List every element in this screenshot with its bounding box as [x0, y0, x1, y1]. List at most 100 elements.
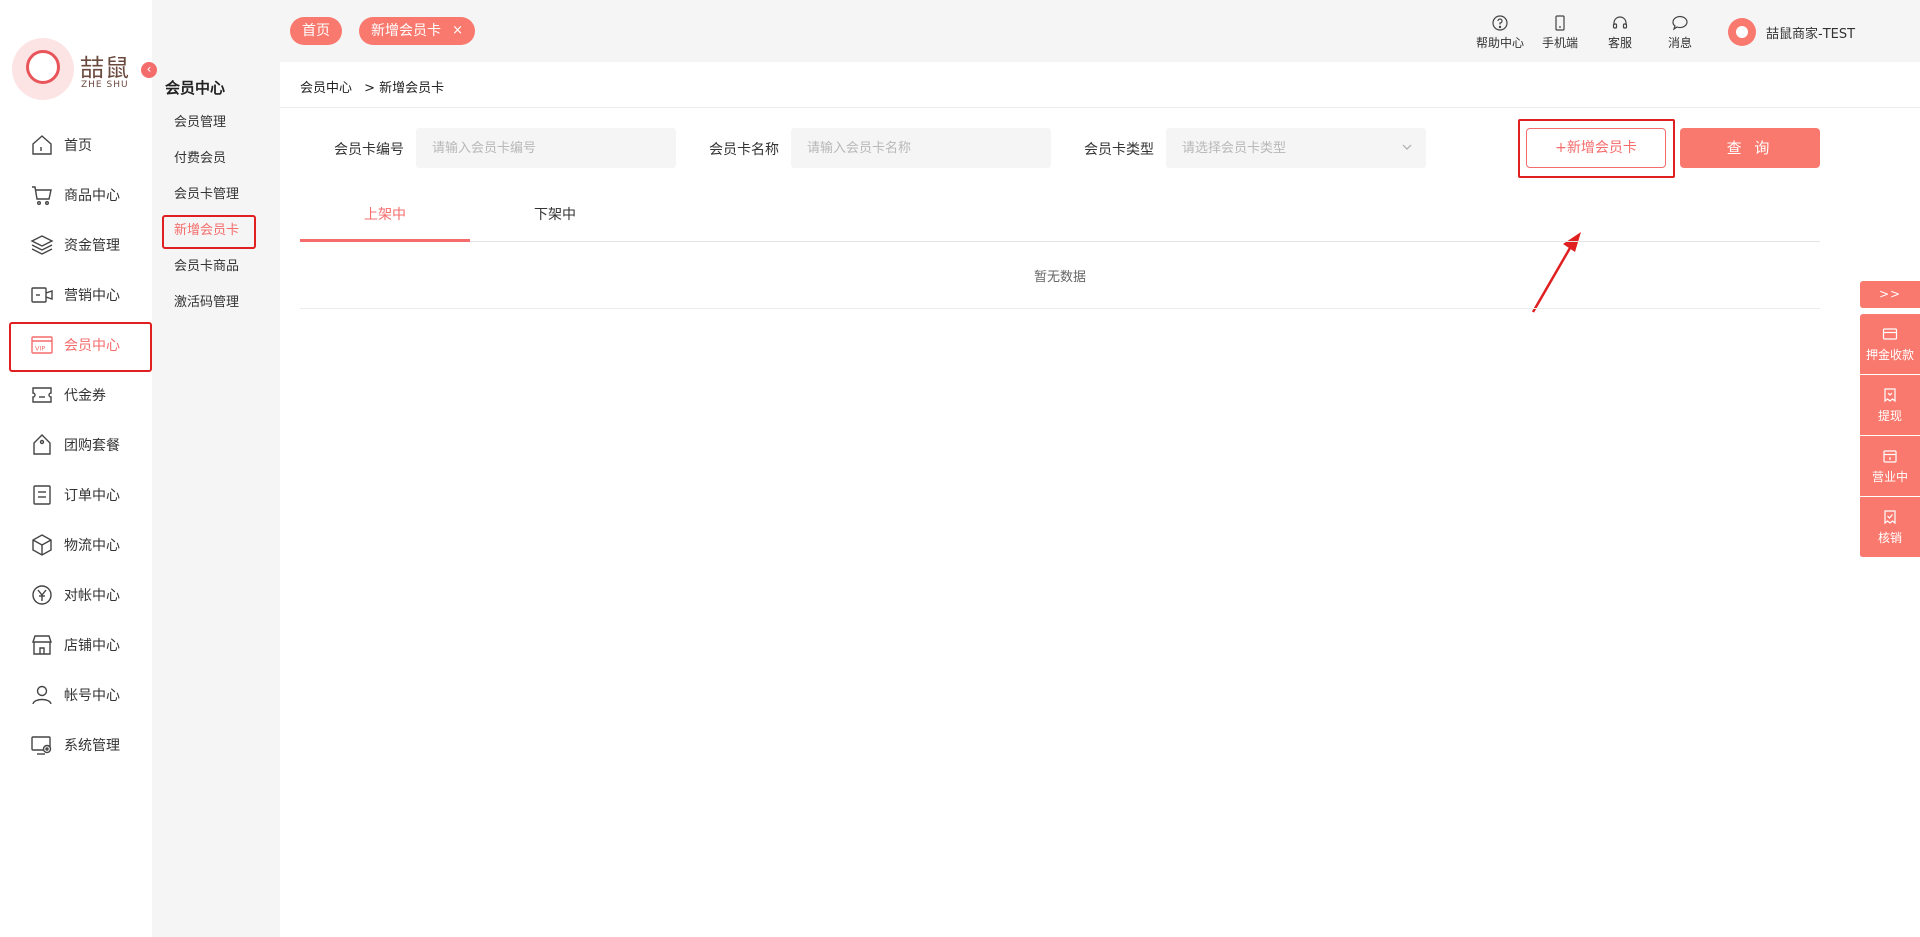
headset-icon	[1612, 16, 1628, 29]
phone-icon	[1555, 15, 1565, 31]
nav-item-system[interactable]: 系统管理	[0, 720, 152, 770]
nav-item-label: 团购套餐	[64, 438, 120, 454]
box-icon	[32, 534, 52, 556]
card-name-label: 会员卡名称	[709, 142, 779, 158]
nav-item-label: 物流中心	[64, 538, 120, 554]
nav-item-label: 订单中心	[64, 488, 120, 504]
nav-item-label: 代金券	[64, 388, 106, 404]
nav-item-member[interactable]: VIP 会员中心	[0, 320, 152, 372]
withdraw-button[interactable]: 提现	[1860, 375, 1920, 436]
subnav-item-paid-member[interactable]: 付费会员	[152, 141, 280, 177]
sidebar-collapse-button[interactable]: ‹	[141, 62, 157, 78]
yen-icon	[32, 585, 52, 605]
float-item-label: 押金收款	[1865, 348, 1914, 362]
tool-label: 手机端	[1541, 36, 1578, 50]
message-icon	[1672, 15, 1688, 31]
subnav-item-activation[interactable]: 激活码管理	[152, 285, 280, 321]
float-panel-toggle[interactable]: >>	[1860, 281, 1920, 308]
sub-sidebar: 会员中心 会员管理 付费会员 会员卡管理 新增会员卡 会员卡商品 激活码管理	[152, 0, 280, 937]
nav-item-orders[interactable]: 订单中心	[0, 470, 152, 520]
card-icon	[1882, 328, 1898, 340]
messages-button[interactable]: 消息	[1650, 14, 1710, 51]
card-type-select[interactable]	[1166, 128, 1426, 168]
subnav-list: 会员管理 付费会员 会员卡管理 新增会员卡 会员卡商品 激活码管理	[152, 105, 280, 321]
nav-item-home[interactable]: 首页	[0, 120, 152, 170]
logo-name-cn: 喆鼠	[80, 54, 130, 82]
main-content: 会员中心 > 新增会员卡 会员卡编号 会员卡名称 会员卡类型 +新增会员卡 查 …	[280, 62, 1920, 937]
empty-state-text: 暂无数据	[300, 243, 1820, 309]
nav-item-account[interactable]: 帐号中心	[0, 670, 152, 720]
card-no-label: 会员卡编号	[334, 142, 404, 158]
nav-item-store[interactable]: 店铺中心	[0, 620, 152, 670]
marketing-icon	[31, 287, 53, 303]
top-header: 首页 新增会员卡 × 帮助中心 手机端 客服 消息 喆鼠商家-TEST	[280, 0, 1920, 62]
help-center-button[interactable]: 帮助中心	[1470, 14, 1530, 51]
mobile-button[interactable]: 手机端	[1530, 14, 1590, 51]
breadcrumb-current: > 新增会员卡	[364, 81, 445, 96]
avatar	[1728, 18, 1756, 46]
withdraw-icon	[1884, 388, 1896, 403]
nav-item-label: 系统管理	[64, 738, 120, 754]
tab-on-shelf[interactable]: 上架中	[300, 192, 470, 242]
nav-item-label: 商品中心	[64, 188, 120, 204]
query-button[interactable]: 查 询	[1680, 128, 1820, 168]
deposit-button[interactable]: 押金收款	[1860, 314, 1920, 375]
user-icon	[32, 685, 52, 705]
close-icon[interactable]: ×	[452, 17, 463, 45]
nav-item-logistics[interactable]: 物流中心	[0, 520, 152, 570]
nav-item-label: 资金管理	[64, 238, 120, 254]
nav-item-goods[interactable]: 商品中心	[0, 170, 152, 220]
nav-item-label: 对帐中心	[64, 588, 120, 604]
nav-item-funds[interactable]: 资金管理	[0, 220, 152, 270]
subnav-item-card-goods[interactable]: 会员卡商品	[152, 249, 280, 285]
shop-open-icon	[1883, 450, 1897, 463]
order-icon	[33, 485, 51, 505]
nav-item-marketing[interactable]: 营销中心	[0, 270, 152, 320]
tab-home[interactable]: 首页	[290, 17, 342, 45]
logo-mascot-icon	[12, 38, 74, 100]
subnav-item-member-manage[interactable]: 会员管理	[152, 105, 280, 141]
subnav-item-add-card[interactable]: 新增会员卡	[152, 213, 280, 249]
home-icon	[32, 135, 52, 155]
user-menu[interactable]: 喆鼠商家-TEST	[1728, 18, 1855, 46]
nav-item-label: 店铺中心	[64, 638, 120, 654]
breadcrumb: 会员中心 > 新增会员卡	[280, 62, 1920, 108]
nav-item-label: 营销中心	[64, 288, 120, 304]
logo-name-en: ZHE SHU	[81, 80, 129, 90]
verify-button[interactable]: 核销	[1860, 497, 1920, 558]
float-panel: 押金收款 提现 营业中 核销	[1860, 314, 1920, 558]
tab-add-card[interactable]: 新增会员卡 ×	[359, 17, 475, 45]
settings-icon	[31, 736, 52, 755]
subnav-item-card-manage[interactable]: 会员卡管理	[152, 177, 280, 213]
layers-icon	[30, 235, 54, 255]
tool-label: 消息	[1667, 36, 1692, 50]
tag-icon	[33, 434, 51, 455]
business-status-button[interactable]: 营业中	[1860, 436, 1920, 497]
tool-label: 客服	[1607, 36, 1632, 50]
nav-item-label: 帐号中心	[64, 688, 120, 704]
subnav-title: 会员中心	[165, 79, 226, 97]
float-item-label: 核销	[1877, 531, 1902, 545]
help-icon	[1492, 15, 1508, 31]
nav-item-label: 首页	[64, 138, 92, 154]
nav-highlight-box	[9, 322, 152, 372]
float-item-label: 营业中	[1871, 470, 1908, 484]
card-no-input[interactable]	[416, 128, 676, 168]
nav-item-coupon[interactable]: 代金券	[0, 370, 152, 420]
user-name: 喆鼠商家-TEST	[1766, 26, 1856, 42]
breadcrumb-root[interactable]: 会员中心	[300, 81, 352, 96]
verify-icon	[1884, 510, 1896, 525]
subnav-highlight-box	[162, 215, 256, 249]
cart-icon	[32, 186, 52, 206]
tab-off-shelf[interactable]: 下架中	[470, 192, 640, 242]
add-card-button[interactable]: +新增会员卡	[1526, 128, 1666, 168]
card-name-input[interactable]	[791, 128, 1051, 168]
main-sidebar: 喆鼠 ZHE SHU 首页 商品中心 资金管理 营销中心 VIP 会员中心 代金…	[0, 0, 152, 937]
nav-item-groupbuy[interactable]: 团购套餐	[0, 420, 152, 470]
main-nav: 首页 商品中心 资金管理 营销中心 VIP 会员中心 代金券 团购套餐 订单中心…	[0, 120, 152, 770]
tool-label: 帮助中心	[1475, 36, 1524, 50]
customer-service-button[interactable]: 客服	[1590, 14, 1650, 51]
nav-item-reconcile[interactable]: 对帐中心	[0, 570, 152, 620]
float-item-label: 提现	[1877, 409, 1902, 423]
brand-logo[interactable]: 喆鼠 ZHE SHU	[12, 38, 132, 100]
